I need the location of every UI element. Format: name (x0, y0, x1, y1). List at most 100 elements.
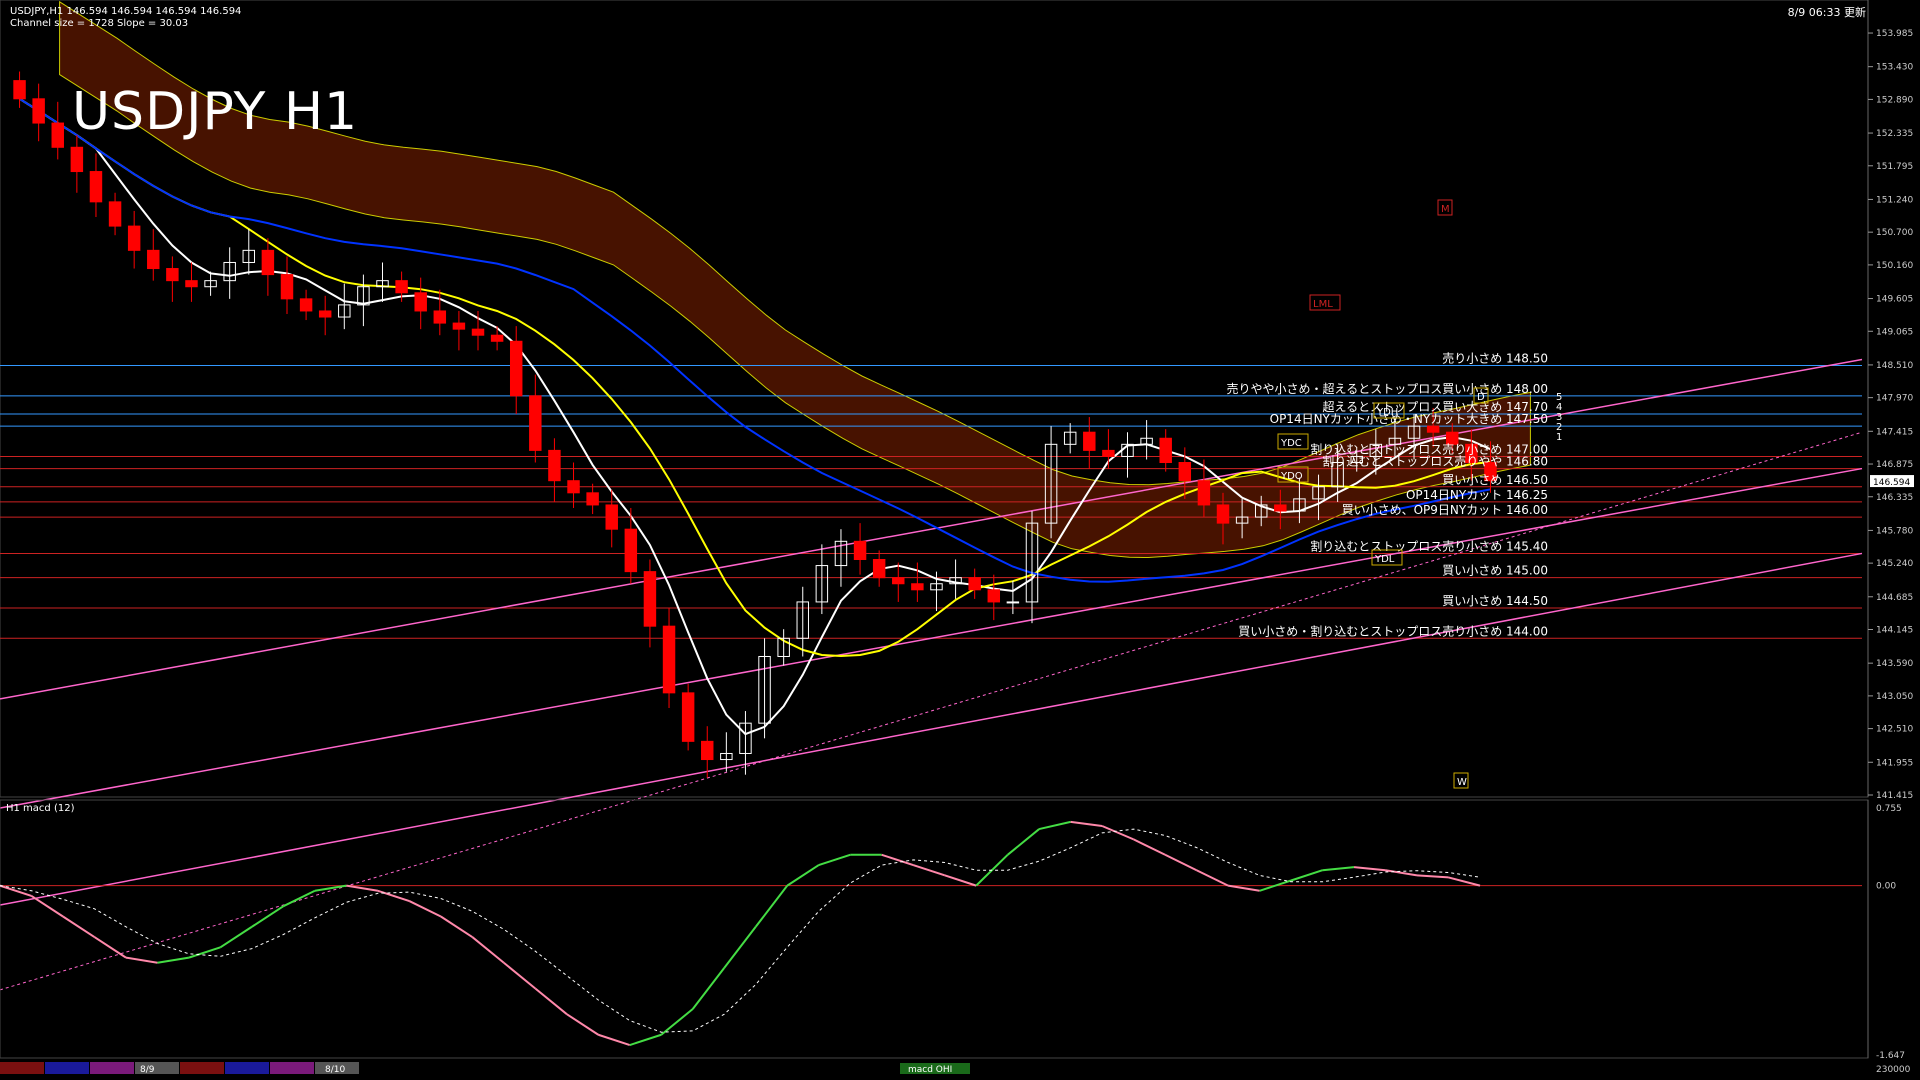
marker-label: YDC (1280, 438, 1302, 449)
candle-body (433, 310, 447, 324)
level-label: 買い小さめ・割り込むとストップロス売り小さめ 144.00 (1238, 623, 1548, 638)
price-tick-label: 149.605 (1876, 295, 1913, 305)
candle-body (662, 625, 676, 694)
macd-tick-label: -1.647 (1876, 1051, 1905, 1061)
day-segment (90, 1062, 134, 1074)
candle-body (605, 504, 618, 530)
current-price-label: 146.594 (1873, 478, 1910, 488)
price-tick-label: 150.700 (1876, 228, 1913, 238)
candle-body (643, 571, 657, 627)
level-label: OP14日NYカット 146.25 (1406, 488, 1548, 502)
candle-body (299, 298, 313, 312)
candle-body (127, 225, 141, 251)
candle-body (624, 528, 638, 573)
price-tick-label: 148.510 (1876, 361, 1913, 371)
candle-body (471, 328, 485, 336)
candle-body (1083, 431, 1096, 451)
price-tick-label: 145.240 (1876, 559, 1913, 569)
price-tick-label: 146.335 (1876, 493, 1913, 503)
marker-label: YDO (1280, 471, 1303, 482)
level-label: 割り込むとストップロス売り小さめ 145.40 (1310, 538, 1548, 553)
candle-body (185, 280, 198, 288)
candle-body (261, 249, 275, 276)
candle-body (32, 98, 45, 124)
bottom-right-value: 230000 (1876, 1065, 1911, 1075)
channel-label: 1 (1556, 432, 1562, 443)
candle-body (987, 589, 1001, 603)
candle-body (567, 480, 580, 494)
candle-body (1102, 449, 1115, 457)
candle-body (1197, 480, 1211, 506)
symbol-line: USDJPY,H1 146.594 146.594 146.594 146.59… (10, 6, 242, 17)
candle-body (1159, 437, 1172, 464)
candle-body (13, 80, 26, 100)
level-label: 買い小さめ 145.00 (1442, 564, 1548, 578)
level-label: 売り小さめ 148.50 (1442, 351, 1548, 366)
candle-body (911, 583, 924, 591)
price-tick-label: 141.955 (1876, 758, 1913, 768)
price-tick-label: 146.875 (1876, 460, 1913, 470)
candle-body (968, 577, 981, 591)
candle-body (108, 201, 122, 227)
update-time: 8/9 06:33 更新 (1787, 6, 1866, 19)
price-tick-label: 147.415 (1876, 427, 1913, 437)
macd-tick-label: 0.00 (1876, 882, 1896, 892)
level-label: 割り込むとストップロス売りやや 146.80 (1322, 454, 1548, 469)
candle-body (1216, 504, 1230, 524)
price-tick-label: 145.780 (1876, 526, 1913, 536)
marker-label: LML (1313, 299, 1333, 310)
marker-label: M (1441, 204, 1450, 215)
candle-body (1178, 462, 1192, 482)
candle-body (395, 280, 408, 294)
level-label: 買い小さめ、OP9日NYカット 146.00 (1342, 503, 1548, 517)
candle-body (548, 449, 561, 482)
price-tick-label: 152.890 (1876, 95, 1913, 105)
day-label: 8/9 (140, 1065, 155, 1075)
candle-body (1426, 425, 1440, 433)
candle-body (681, 692, 695, 742)
channel-info: Channel size = 1728 Slope = 30.03 (10, 18, 189, 29)
day-segment (180, 1062, 224, 1074)
candle-body (490, 334, 504, 342)
chart-canvas: 54321 売り小さめ 148.50売りやや小さめ・超えるとストップロス買い小さ… (0, 0, 1920, 1080)
price-tick-label: 141.415 (1876, 791, 1913, 801)
marker-label: D (1477, 392, 1485, 403)
price-tick-label: 151.240 (1876, 195, 1913, 205)
candle-body (872, 558, 886, 579)
level-label: 買い小さめ 144.50 (1442, 594, 1548, 608)
candle-body (51, 122, 64, 148)
day-segment (225, 1062, 269, 1074)
day-label: 8/10 (325, 1065, 345, 1075)
price-tick-label: 147.970 (1876, 394, 1913, 404)
candle-body (414, 292, 427, 312)
candle-body (147, 249, 160, 270)
price-tick-label: 151.795 (1876, 162, 1913, 172)
macd-header: H1 macd (12) (6, 803, 75, 814)
macd-tick-label: 0.755 (1876, 804, 1902, 814)
candle-body (509, 340, 523, 397)
day-segment (270, 1062, 314, 1074)
day-segment (0, 1062, 44, 1074)
level-label: OP14日NYカット小さめ・NYカット大きめ 147.50 (1270, 412, 1548, 426)
price-tick-label: 143.050 (1876, 692, 1913, 702)
price-tick-label: 144.685 (1876, 593, 1913, 603)
price-tick-label: 143.590 (1876, 659, 1913, 669)
candle-body (452, 322, 466, 330)
bottom-badge: macd OHI (908, 1065, 952, 1075)
marker-label: YDL (1374, 554, 1395, 565)
candle-body (853, 540, 867, 560)
price-tick-label: 153.985 (1876, 29, 1913, 39)
price-tick-label: 150.160 (1876, 261, 1913, 271)
chart-header: USDJPY,H1 146.594 146.594 146.594 146.59… (10, 6, 241, 30)
candle-body (318, 310, 332, 318)
chart-title: USDJPY H1 (72, 82, 359, 142)
candle-body (166, 268, 179, 282)
price-tick-label: 153.430 (1876, 63, 1913, 73)
candle-body (1274, 504, 1287, 512)
candle-body (529, 395, 542, 451)
price-tick-label: 144.145 (1876, 626, 1913, 636)
day-segment (45, 1062, 89, 1074)
marker-label: W (1457, 777, 1467, 788)
price-tick-label: 149.065 (1876, 327, 1913, 337)
level-label: 売りやや小さめ・超えるとストップロス買い小さめ 148.00 (1227, 381, 1548, 396)
